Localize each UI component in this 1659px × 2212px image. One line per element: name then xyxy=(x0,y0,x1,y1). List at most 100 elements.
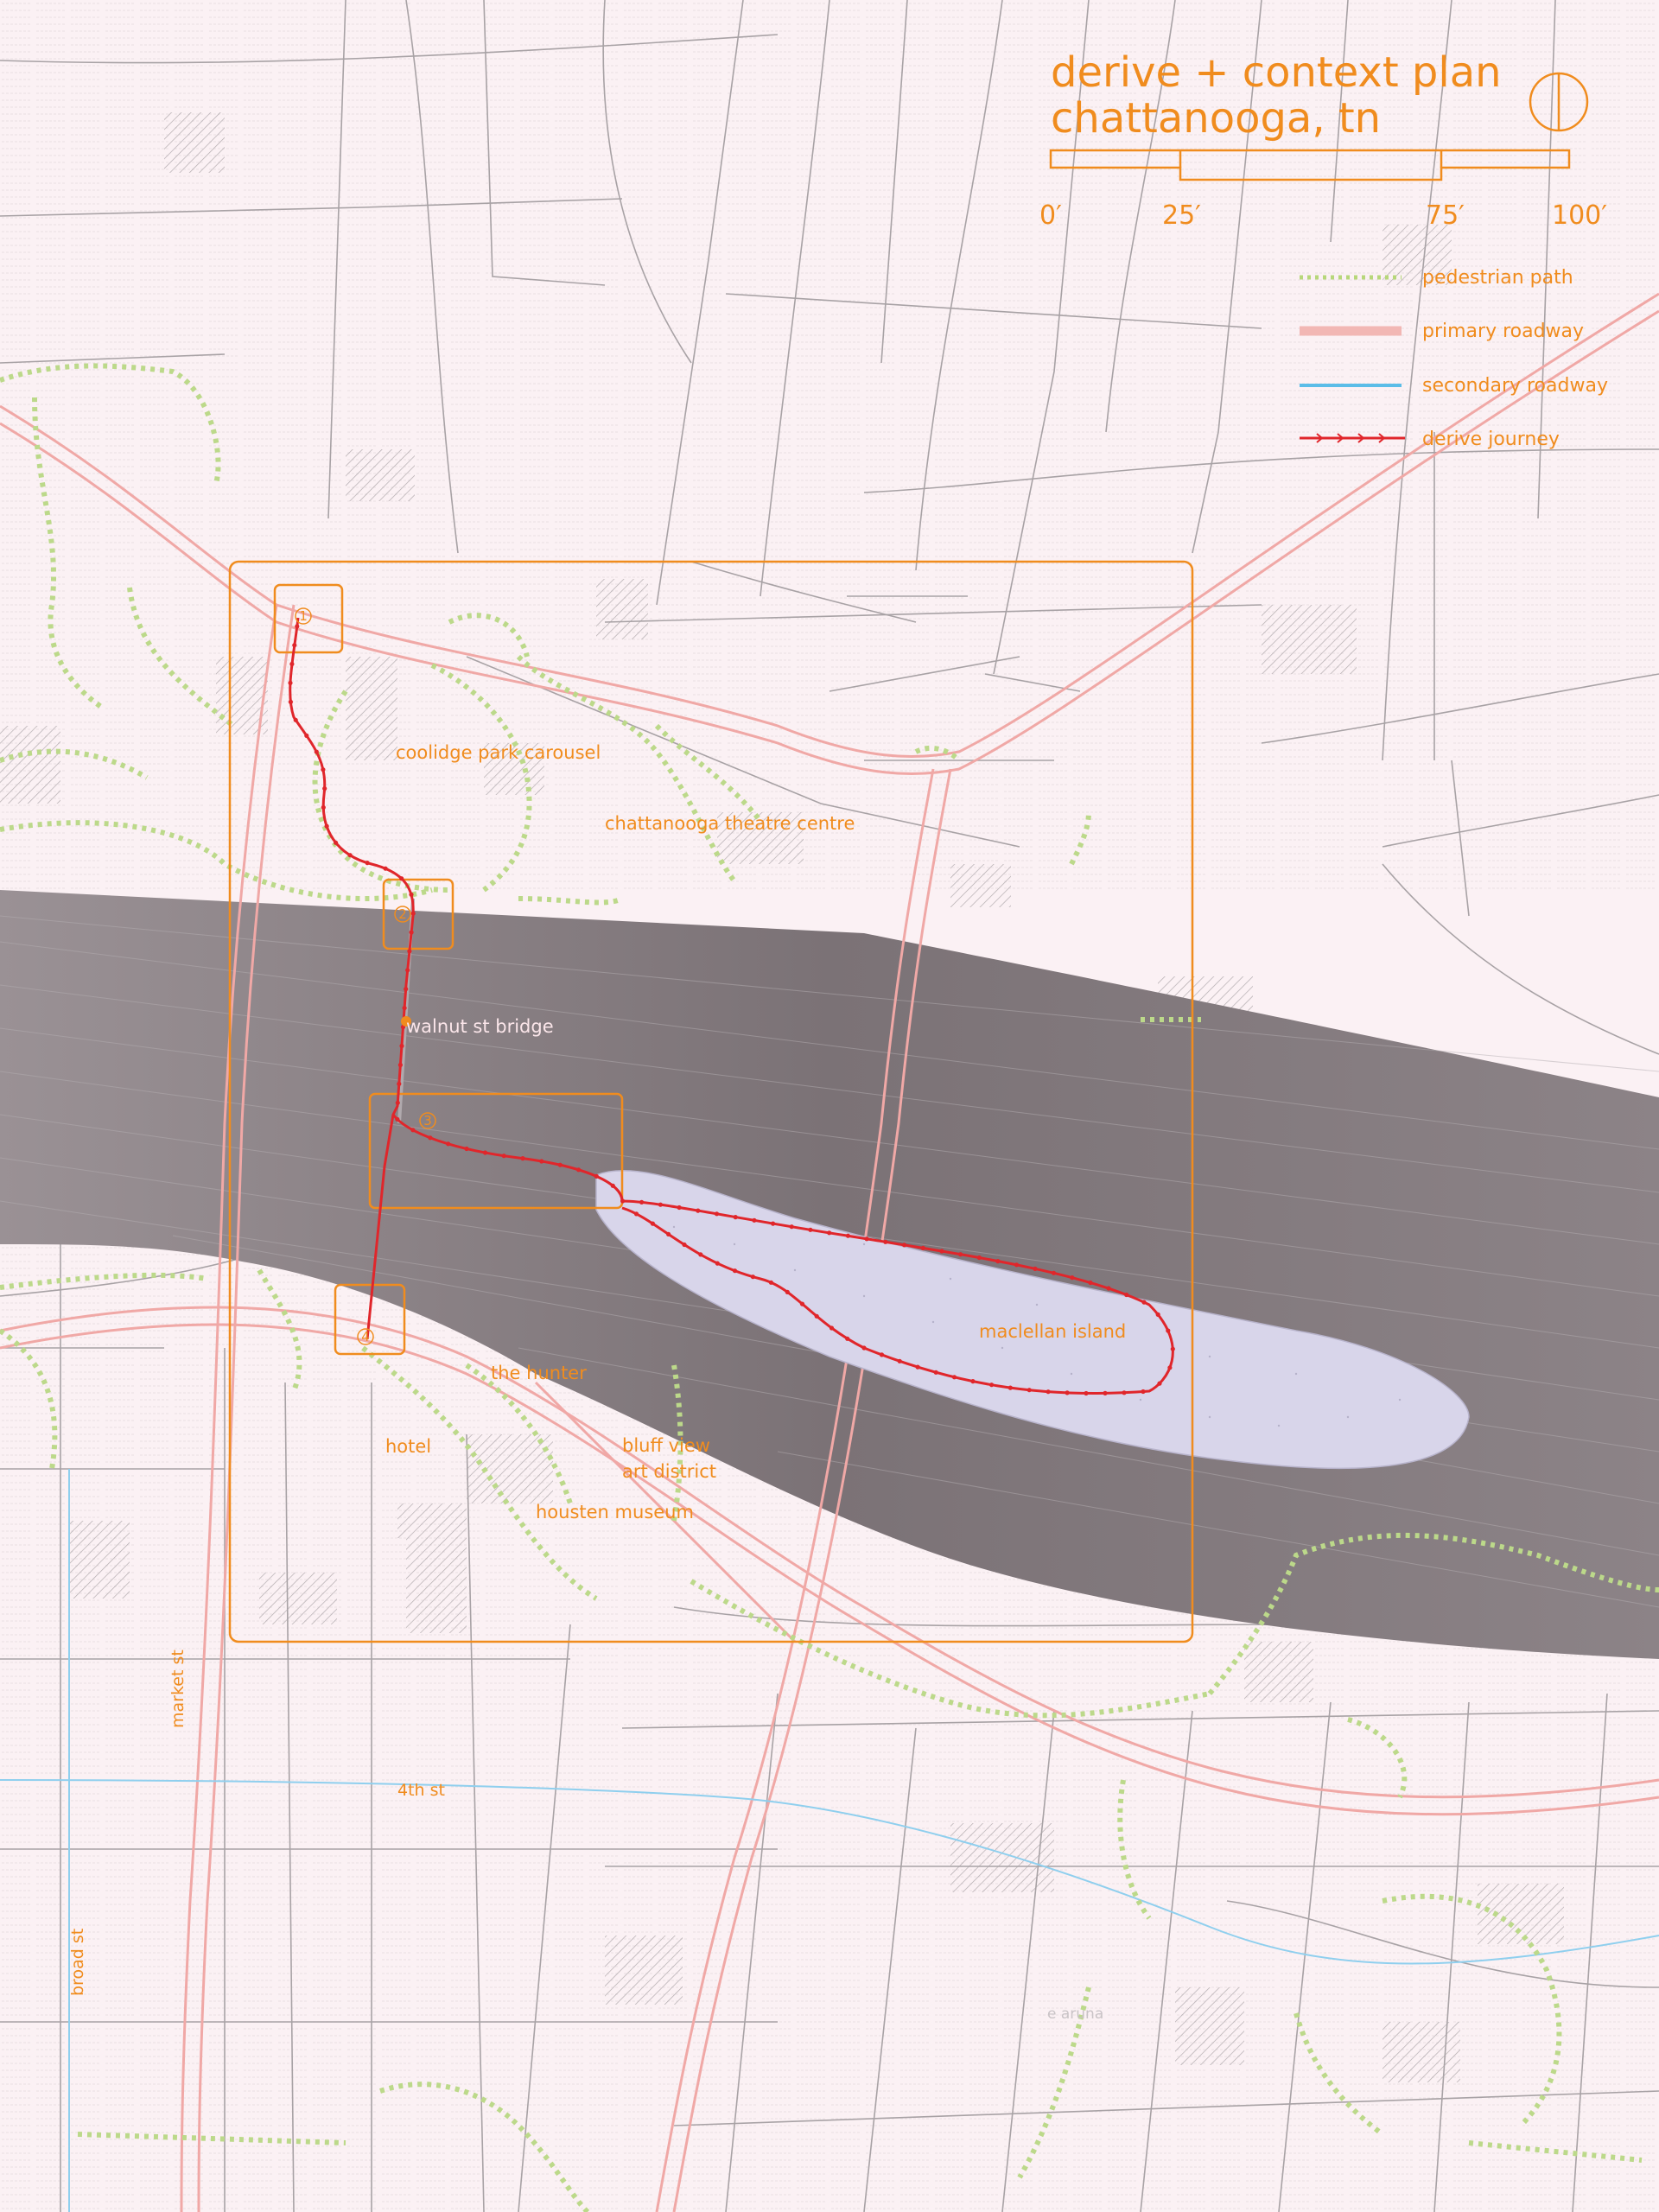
route-tick xyxy=(682,1242,687,1248)
route-tick xyxy=(933,1370,938,1375)
route-tick xyxy=(1070,1275,1075,1281)
route-tick xyxy=(715,1261,720,1266)
label-bluff-view-line1: bluff view xyxy=(622,1435,710,1456)
route-tick xyxy=(347,853,353,858)
route-tick xyxy=(404,987,409,992)
route-tick xyxy=(409,892,414,897)
route-tick xyxy=(714,1211,720,1217)
route-tick xyxy=(1141,1300,1147,1305)
route-tick xyxy=(677,1205,682,1211)
route-tick xyxy=(1124,1292,1129,1298)
route-tick xyxy=(879,1352,885,1357)
route-tick xyxy=(989,1382,995,1388)
map-title: derive + context plan xyxy=(1051,48,1502,97)
route-tick xyxy=(799,1301,805,1306)
route-tick xyxy=(321,767,326,772)
route-tick xyxy=(321,804,326,810)
route-tick xyxy=(1046,1389,1051,1395)
route-tick xyxy=(395,1116,400,1122)
route-tick xyxy=(639,1199,645,1205)
route-tick xyxy=(768,1280,774,1285)
route-tick xyxy=(920,1245,925,1250)
route-tick xyxy=(557,1162,563,1167)
route-tick xyxy=(399,876,404,881)
label-4th-st: 4th st xyxy=(397,1781,445,1800)
legend-label: derive journey xyxy=(1422,429,1560,450)
route-tick xyxy=(883,1239,888,1244)
route-tick xyxy=(1088,1280,1093,1286)
route-tick xyxy=(410,1128,416,1133)
context-map: 1 2 3 4 coolidge park carousel chattanoo… xyxy=(0,0,1659,2212)
route-tick xyxy=(901,1243,907,1248)
route-tick xyxy=(1027,1388,1032,1393)
route-tick xyxy=(1051,1270,1057,1275)
route-tick xyxy=(365,861,370,866)
legend-label: primary roadway xyxy=(1422,321,1584,342)
route-tick xyxy=(698,1252,703,1257)
route-tick xyxy=(293,717,298,722)
route-tick xyxy=(829,1325,835,1331)
route-tick xyxy=(827,1230,832,1236)
route-tick xyxy=(897,1358,902,1363)
scale-label-25: 25′ xyxy=(1162,200,1201,231)
route-tick xyxy=(322,786,327,791)
route-tick xyxy=(407,949,412,954)
scale-label-0: 0′ xyxy=(1039,200,1062,231)
route-tick xyxy=(1103,1390,1108,1395)
route-tick xyxy=(1155,1312,1160,1317)
route-tick xyxy=(861,1345,867,1351)
stop-number: 3 xyxy=(423,1113,432,1128)
route-tick xyxy=(539,1159,544,1164)
label-broad-st: broad st xyxy=(68,1929,87,1996)
label-maclellan-island: maclellan island xyxy=(979,1321,1126,1342)
route-tick xyxy=(845,1336,850,1341)
route-tick xyxy=(324,823,329,829)
route-tick xyxy=(939,1249,944,1254)
route-tick xyxy=(666,1231,671,1236)
route-tick xyxy=(397,1081,402,1086)
route-tick xyxy=(1065,1390,1070,1395)
route-tick xyxy=(1167,1365,1173,1370)
label-bluff-view-line2: art district xyxy=(622,1461,716,1482)
route-tick xyxy=(446,1141,451,1147)
route-tick xyxy=(610,1183,615,1188)
route-tick xyxy=(620,1198,626,1204)
route-tick xyxy=(397,1062,403,1068)
scale-label-75: 75′ xyxy=(1426,200,1465,231)
route-tick xyxy=(295,624,300,629)
route-tick xyxy=(732,1268,738,1274)
label-the-hunter: the hunter xyxy=(491,1363,587,1383)
label-e-aruna: e aruna xyxy=(1047,2005,1103,2023)
route-tick xyxy=(650,1221,656,1226)
route-tick xyxy=(594,1173,599,1179)
scale-label-100: 100′ xyxy=(1552,200,1607,231)
route-tick xyxy=(976,1255,982,1261)
route-tick xyxy=(658,1202,664,1207)
label-housten-museum: housten museum xyxy=(536,1502,694,1522)
route-tick xyxy=(1157,1381,1162,1386)
route-tick xyxy=(292,643,297,648)
route-tick xyxy=(289,661,295,667)
route-tick xyxy=(1014,1262,1020,1268)
route-tick xyxy=(399,1043,404,1049)
route-tick xyxy=(915,1364,920,1370)
route-tick xyxy=(1170,1346,1175,1351)
route-tick xyxy=(1106,1286,1111,1291)
route-tick xyxy=(1084,1390,1089,1396)
route-tick xyxy=(808,1227,813,1232)
route-tick xyxy=(814,1313,819,1319)
route-tick xyxy=(1166,1328,1171,1333)
route-tick xyxy=(520,1156,525,1161)
route-tick xyxy=(1141,1389,1146,1395)
route-tick xyxy=(750,1274,756,1280)
stop-number: 1 xyxy=(299,608,308,624)
route-tick xyxy=(314,749,319,754)
route-tick xyxy=(785,1289,790,1294)
route-tick xyxy=(405,968,410,973)
route-tick xyxy=(1122,1390,1127,1395)
route-tick xyxy=(304,733,309,739)
route-tick xyxy=(576,1167,582,1173)
label-coolidge-park-carousel: coolidge park carousel xyxy=(396,742,601,763)
route-tick xyxy=(464,1146,469,1152)
label-market-st: market st xyxy=(168,1649,188,1728)
